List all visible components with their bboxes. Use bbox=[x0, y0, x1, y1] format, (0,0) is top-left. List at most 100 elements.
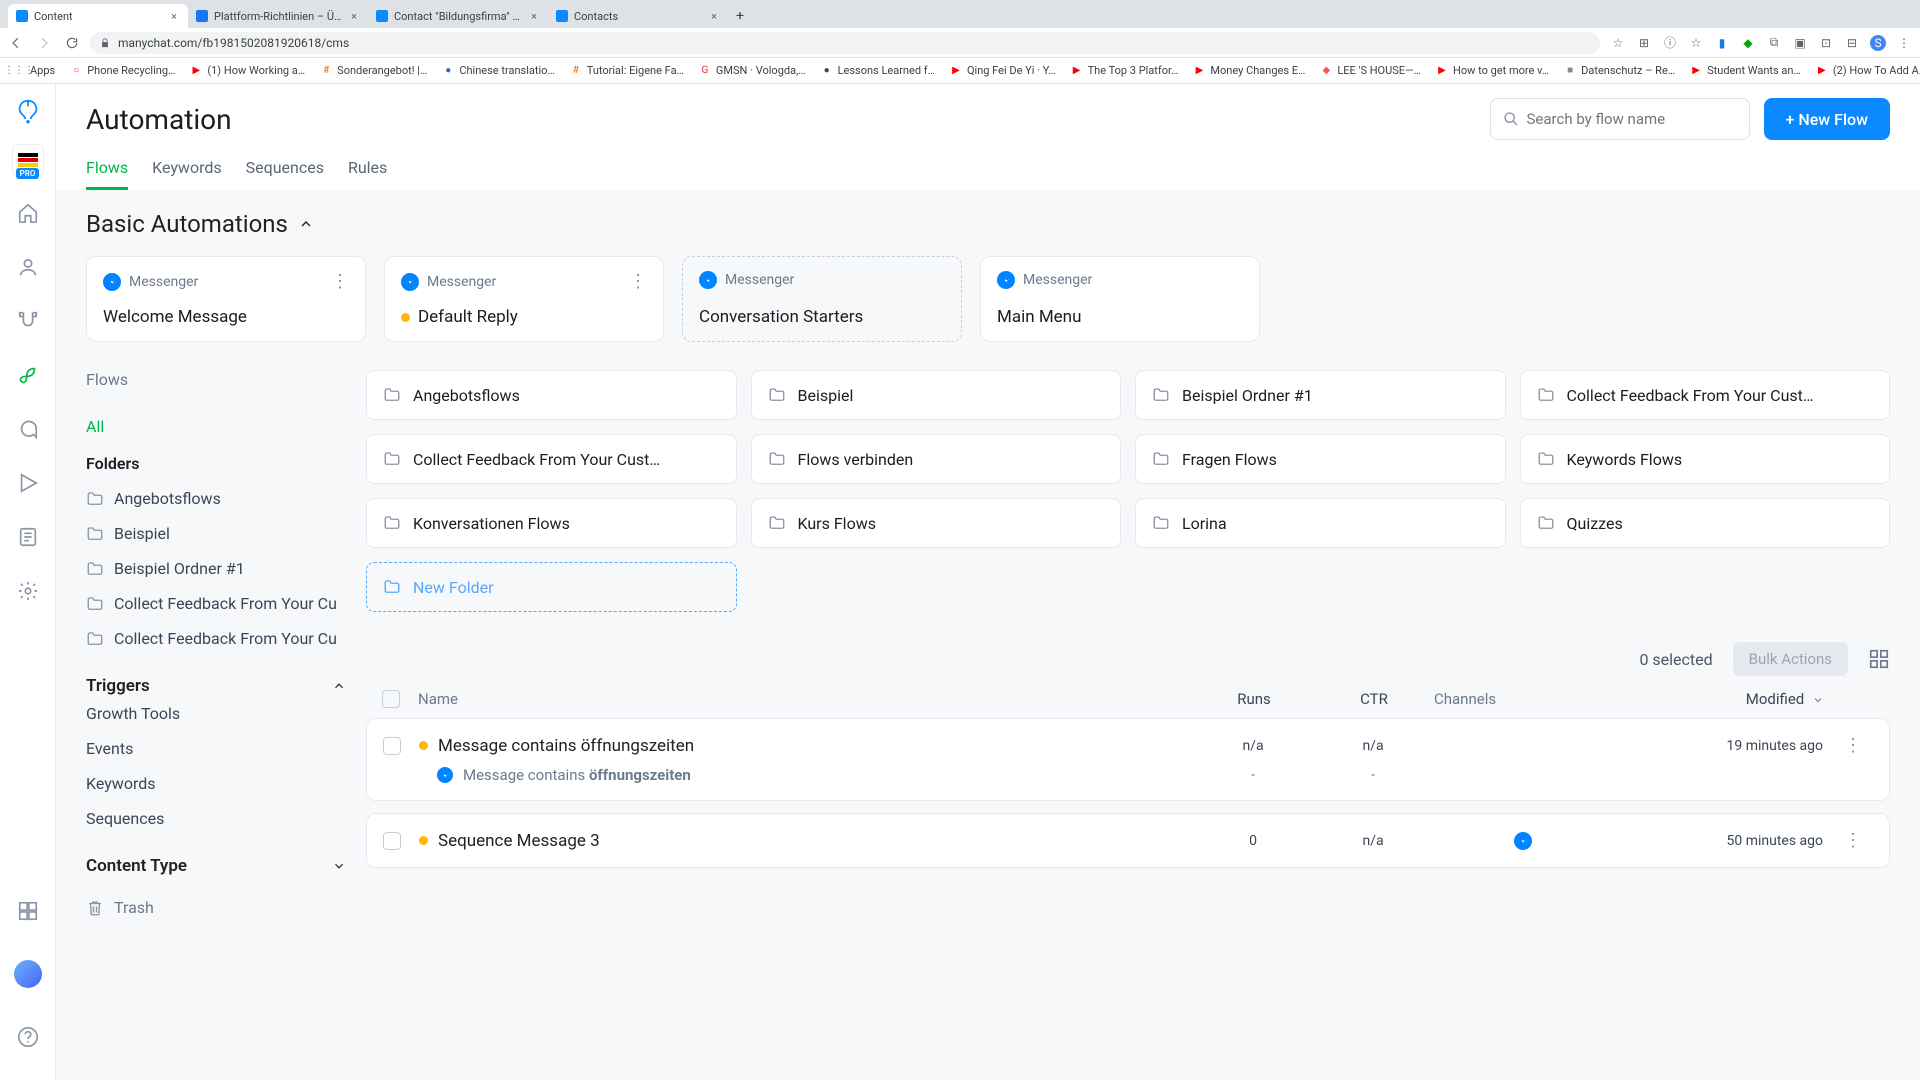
browser-tab[interactable]: Contacts× bbox=[548, 4, 728, 28]
bulk-actions-button[interactable]: Bulk Actions bbox=[1733, 642, 1848, 676]
row-checkbox[interactable] bbox=[383, 832, 401, 850]
col-ctr[interactable]: CTR bbox=[1314, 690, 1434, 708]
browser-tab[interactable]: Content× bbox=[8, 4, 188, 28]
tab-rules[interactable]: Rules bbox=[348, 152, 387, 190]
col-channels[interactable]: Channels bbox=[1434, 690, 1614, 708]
browser-tab[interactable]: Contact "Bildungsfirma" thro…× bbox=[368, 4, 548, 28]
col-name[interactable]: Name bbox=[418, 690, 1194, 708]
bookmark[interactable]: ▶The Top 3 Platfor… bbox=[1066, 62, 1183, 80]
search-box[interactable] bbox=[1490, 98, 1750, 140]
close-icon[interactable]: × bbox=[708, 10, 720, 22]
basic-automations-toggle[interactable]: Basic Automations bbox=[86, 210, 1890, 238]
sidebar-folder[interactable]: Beispiel Ordner #1 bbox=[86, 551, 350, 586]
automation-card[interactable]: Messenger Main Menu bbox=[980, 256, 1260, 342]
sidebar-trigger[interactable]: Sequences bbox=[86, 801, 350, 836]
sidebar-all[interactable]: All bbox=[86, 411, 350, 442]
select-all-checkbox[interactable] bbox=[382, 690, 400, 708]
gtranslate-icon[interactable]: ☆ bbox=[1610, 35, 1626, 51]
user-avatar[interactable] bbox=[14, 960, 42, 988]
table-row[interactable]: Sequence Message 3 0 n/a 50 minutes ago … bbox=[366, 813, 1890, 868]
home-icon[interactable] bbox=[12, 197, 44, 229]
bookmark[interactable]: ▶Student Wants an… bbox=[1685, 62, 1805, 80]
bookmark[interactable]: ■Datenschutz – Re… bbox=[1559, 62, 1679, 80]
browser-tab[interactable]: Plattform-Richtlinien – Übers…× bbox=[188, 4, 368, 28]
bookmark[interactable]: #Tutorial: Eigene Fa… bbox=[565, 62, 688, 80]
back-icon[interactable] bbox=[8, 35, 24, 51]
folder-card[interactable]: Lorina bbox=[1135, 498, 1506, 548]
folder-card[interactable]: Keywords Flows bbox=[1520, 434, 1891, 484]
folder-card[interactable]: Beispiel Ordner #1 bbox=[1135, 370, 1506, 420]
close-icon[interactable]: × bbox=[168, 10, 180, 22]
sidebar-triggers-toggle[interactable]: Triggers bbox=[86, 676, 350, 696]
bookmark[interactable]: ▶(2) How To Add A… bbox=[1811, 62, 1920, 80]
bookmark[interactable]: ▶Qing Fei De Yi · Y… bbox=[945, 62, 1060, 80]
forward-icon[interactable] bbox=[36, 35, 52, 51]
automation-icon[interactable] bbox=[12, 359, 44, 391]
automation-card[interactable]: Messenger ⋮ Welcome Message bbox=[86, 256, 366, 342]
livechat-icon[interactable] bbox=[12, 413, 44, 445]
tab-flows[interactable]: Flows bbox=[86, 152, 128, 190]
url-box[interactable]: manychat.com/fb1981502081920618/cms bbox=[90, 32, 1600, 54]
automation-card[interactable]: Messenger Conversation Starters bbox=[682, 256, 962, 342]
more-icon[interactable]: ⋮ bbox=[331, 271, 349, 292]
folder-card[interactable]: Collect Feedback From Your Cust… bbox=[1520, 370, 1891, 420]
bookmark[interactable]: #Sonderangebot! |… bbox=[315, 62, 431, 80]
bookmark[interactable]: ⋮⋮⋮Apps bbox=[8, 62, 59, 80]
bookmark[interactable]: ▶(1) How Working a… bbox=[185, 62, 309, 80]
row-checkbox[interactable] bbox=[383, 737, 401, 755]
manychat-logo-icon[interactable] bbox=[14, 98, 42, 126]
new-tab-button[interactable]: + bbox=[728, 4, 752, 28]
more-icon[interactable]: ⋮ bbox=[1833, 735, 1873, 756]
search-input[interactable] bbox=[1527, 110, 1737, 128]
more-icon[interactable]: ⋮ bbox=[629, 271, 647, 292]
sidebar-contenttype-toggle[interactable]: Content Type bbox=[86, 856, 350, 876]
bookmark[interactable]: ▶Money Changes E… bbox=[1188, 62, 1309, 80]
folder-card[interactable]: Konversationen Flows bbox=[366, 498, 737, 548]
folder-card[interactable]: Fragen Flows bbox=[1135, 434, 1506, 484]
sidebar-folder[interactable]: Beispiel bbox=[86, 516, 350, 551]
broadcast-icon[interactable] bbox=[12, 467, 44, 499]
kebab-icon[interactable]: ⋮ bbox=[1896, 35, 1912, 51]
folder-card[interactable]: Quizzes bbox=[1520, 498, 1891, 548]
close-icon[interactable]: × bbox=[348, 10, 360, 22]
more-icon[interactable]: ⋮ bbox=[1833, 830, 1873, 851]
bookmark[interactable]: GGMSN · Vologda,… bbox=[694, 62, 810, 80]
bookmark[interactable]: ◆LEE 'S HOUSE—… bbox=[1315, 62, 1425, 80]
sidebar-trigger[interactable]: Events bbox=[86, 731, 350, 766]
folder-card[interactable]: Collect Feedback From Your Cust… bbox=[366, 434, 737, 484]
magnet-icon[interactable] bbox=[12, 305, 44, 337]
folder-card[interactable]: Angebotsflows bbox=[366, 370, 737, 420]
sidebar-trigger[interactable]: Growth Tools bbox=[86, 696, 350, 731]
ext3-icon[interactable]: ⧉ bbox=[1766, 35, 1782, 51]
table-row[interactable]: Message contains öffnungszeiten n/a n/a … bbox=[366, 718, 1890, 801]
ext2-icon[interactable]: ◆ bbox=[1740, 35, 1756, 51]
translate-icon[interactable]: ⓘ bbox=[1662, 35, 1678, 51]
star-icon[interactable]: ☆ bbox=[1688, 35, 1704, 51]
tab-keywords[interactable]: Keywords bbox=[152, 152, 222, 190]
bookmark[interactable]: ●Chinese translatio… bbox=[437, 62, 558, 80]
ext5-icon[interactable]: ⊡ bbox=[1818, 35, 1834, 51]
qr-icon[interactable]: ⊞ bbox=[1636, 35, 1652, 51]
sidebar-folder[interactable]: Collect Feedback From Your Cu bbox=[86, 586, 350, 621]
contacts-icon[interactable] bbox=[12, 251, 44, 283]
sidebar-trash[interactable]: Trash bbox=[86, 898, 350, 917]
tab-sequences[interactable]: Sequences bbox=[246, 152, 324, 190]
automation-card[interactable]: Messenger ⋮ Default Reply bbox=[384, 256, 664, 342]
bookmark[interactable]: ●Lessons Learned f… bbox=[816, 62, 939, 80]
folder-card[interactable]: Beispiel bbox=[751, 370, 1122, 420]
grid-view-icon[interactable] bbox=[1868, 648, 1890, 670]
new-flow-button[interactable]: + New Flow bbox=[1764, 98, 1890, 140]
templates-icon[interactable] bbox=[12, 895, 44, 927]
sidebar-folder[interactable]: Collect Feedback From Your Cu bbox=[86, 621, 350, 656]
profile-avatar[interactable]: S bbox=[1870, 35, 1886, 51]
new-folder-card[interactable]: New Folder bbox=[366, 562, 737, 612]
bookmark[interactable]: ○Phone Recycling… bbox=[65, 62, 179, 80]
reload-icon[interactable] bbox=[64, 35, 80, 51]
folder-card[interactable]: Flows verbinden bbox=[751, 434, 1122, 484]
sidebar-folder[interactable]: Angebotsflows bbox=[86, 481, 350, 516]
forms-icon[interactable] bbox=[12, 521, 44, 553]
folder-card[interactable]: Kurs Flows bbox=[751, 498, 1122, 548]
bookmark[interactable]: ▶How to get more v… bbox=[1431, 62, 1553, 80]
col-modified[interactable]: Modified bbox=[1614, 690, 1834, 708]
ext1-icon[interactable]: ▮ bbox=[1714, 35, 1730, 51]
